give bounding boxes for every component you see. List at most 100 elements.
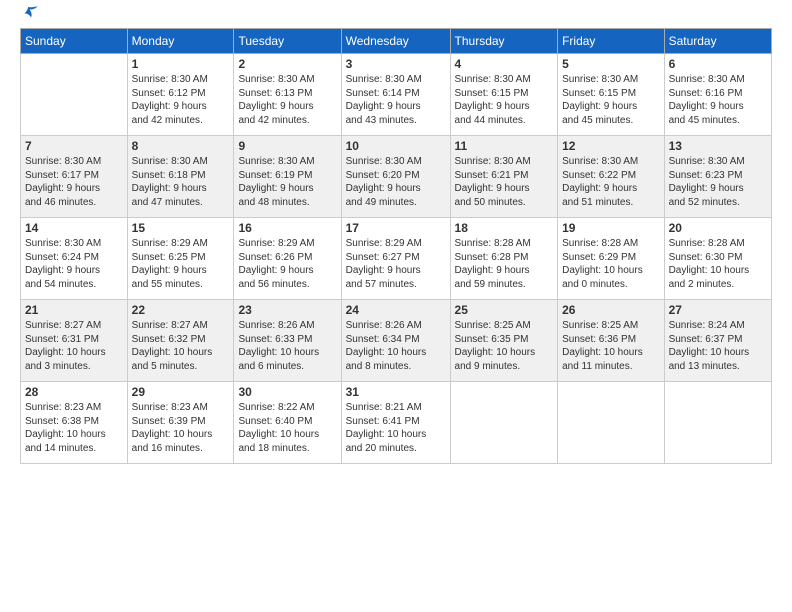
calendar-cell: 8 Sunrise: 8:30 AM Sunset: 6:18 PM Daylig…	[127, 136, 234, 218]
day-info: Sunrise: 8:30 AM Sunset: 6:14 PM Dayligh…	[346, 73, 446, 127]
calendar-cell: 5 Sunrise: 8:30 AM Sunset: 6:15 PM Daylig…	[558, 54, 664, 136]
day-number: 14	[25, 221, 123, 235]
day-info: Sunrise: 8:27 AM Sunset: 6:31 PM Dayligh…	[25, 319, 123, 373]
calendar-cell: 10 Sunrise: 8:30 AM Sunset: 6:20 PM Dayli…	[341, 136, 450, 218]
day-info: Sunrise: 8:28 AM Sunset: 6:30 PM Dayligh…	[669, 237, 767, 291]
day-info: Sunrise: 8:30 AM Sunset: 6:18 PM Dayligh…	[132, 155, 230, 209]
day-number: 3	[346, 57, 446, 71]
day-number: 24	[346, 303, 446, 317]
day-info: Sunrise: 8:30 AM Sunset: 6:15 PM Dayligh…	[455, 73, 554, 127]
day-number: 12	[562, 139, 659, 153]
logo	[20, 16, 40, 18]
day-info: Sunrise: 8:22 AM Sunset: 6:40 PM Dayligh…	[238, 401, 336, 455]
day-number: 4	[455, 57, 554, 71]
day-info: Sunrise: 8:30 AM Sunset: 6:23 PM Dayligh…	[669, 155, 767, 209]
calendar-cell: 24 Sunrise: 8:26 AM Sunset: 6:34 PM Dayli…	[341, 300, 450, 382]
day-number: 20	[669, 221, 767, 235]
logo-bird-icon	[22, 4, 40, 22]
calendar-cell: 6 Sunrise: 8:30 AM Sunset: 6:16 PM Daylig…	[664, 54, 771, 136]
day-info: Sunrise: 8:29 AM Sunset: 6:26 PM Dayligh…	[238, 237, 336, 291]
weekday-header: Saturday	[664, 29, 771, 54]
calendar-week-row: 1 Sunrise: 8:30 AM Sunset: 6:12 PM Daylig…	[21, 54, 772, 136]
day-info: Sunrise: 8:30 AM Sunset: 6:22 PM Dayligh…	[562, 155, 659, 209]
weekday-header: Tuesday	[234, 29, 341, 54]
calendar-cell: 17 Sunrise: 8:29 AM Sunset: 6:27 PM Dayli…	[341, 218, 450, 300]
calendar-cell: 28Sunrise: 8:23 AM Sunset: 6:38 PM Dayli…	[21, 382, 128, 464]
page: SundayMondayTuesdayWednesdayThursdayFrid…	[0, 0, 792, 612]
weekday-header: Monday	[127, 29, 234, 54]
calendar-cell: 21 Sunrise: 8:27 AM Sunset: 6:31 PM Dayli…	[21, 300, 128, 382]
day-info: Sunrise: 8:25 AM Sunset: 6:36 PM Dayligh…	[562, 319, 659, 373]
calendar-cell	[21, 54, 128, 136]
day-number: 21	[25, 303, 123, 317]
day-info: Sunrise: 8:21 AM Sunset: 6:41 PM Dayligh…	[346, 401, 446, 455]
calendar-cell	[664, 382, 771, 464]
day-number: 23	[238, 303, 336, 317]
calendar-cell: 31Sunrise: 8:21 AM Sunset: 6:41 PM Dayli…	[341, 382, 450, 464]
day-number: 22	[132, 303, 230, 317]
day-number: 29	[132, 385, 230, 399]
day-info: Sunrise: 8:30 AM Sunset: 6:13 PM Dayligh…	[238, 73, 336, 127]
day-number: 8	[132, 139, 230, 153]
day-number: 27	[669, 303, 767, 317]
day-number: 28	[25, 385, 123, 399]
calendar-week-row: 21 Sunrise: 8:27 AM Sunset: 6:31 PM Dayli…	[21, 300, 772, 382]
day-number: 2	[238, 57, 336, 71]
header	[20, 16, 772, 18]
calendar-cell: 16 Sunrise: 8:29 AM Sunset: 6:26 PM Dayli…	[234, 218, 341, 300]
day-number: 1	[132, 57, 230, 71]
day-number: 19	[562, 221, 659, 235]
day-number: 16	[238, 221, 336, 235]
calendar-week-row: 28Sunrise: 8:23 AM Sunset: 6:38 PM Dayli…	[21, 382, 772, 464]
day-number: 10	[346, 139, 446, 153]
day-info: Sunrise: 8:24 AM Sunset: 6:37 PM Dayligh…	[669, 319, 767, 373]
calendar-cell	[450, 382, 558, 464]
day-number: 11	[455, 139, 554, 153]
calendar-cell: 7 Sunrise: 8:30 AM Sunset: 6:17 PM Daylig…	[21, 136, 128, 218]
calendar-cell: 30Sunrise: 8:22 AM Sunset: 6:40 PM Dayli…	[234, 382, 341, 464]
day-info: Sunrise: 8:28 AM Sunset: 6:28 PM Dayligh…	[455, 237, 554, 291]
calendar-cell: 27 Sunrise: 8:24 AM Sunset: 6:37 PM Dayli…	[664, 300, 771, 382]
day-info: Sunrise: 8:30 AM Sunset: 6:24 PM Dayligh…	[25, 237, 123, 291]
day-number: 26	[562, 303, 659, 317]
day-info: Sunrise: 8:26 AM Sunset: 6:33 PM Dayligh…	[238, 319, 336, 373]
calendar-cell: 12 Sunrise: 8:30 AM Sunset: 6:22 PM Dayli…	[558, 136, 664, 218]
day-info: Sunrise: 8:28 AM Sunset: 6:29 PM Dayligh…	[562, 237, 659, 291]
day-number: 13	[669, 139, 767, 153]
day-number: 5	[562, 57, 659, 71]
day-number: 6	[669, 57, 767, 71]
day-info: Sunrise: 8:23 AM Sunset: 6:39 PM Dayligh…	[132, 401, 230, 455]
day-info: Sunrise: 8:30 AM Sunset: 6:12 PM Dayligh…	[132, 73, 230, 127]
day-number: 9	[238, 139, 336, 153]
weekday-header: Sunday	[21, 29, 128, 54]
day-info: Sunrise: 8:26 AM Sunset: 6:34 PM Dayligh…	[346, 319, 446, 373]
day-info: Sunrise: 8:30 AM Sunset: 6:21 PM Dayligh…	[455, 155, 554, 209]
day-number: 7	[25, 139, 123, 153]
calendar-cell: 1 Sunrise: 8:30 AM Sunset: 6:12 PM Daylig…	[127, 54, 234, 136]
day-number: 15	[132, 221, 230, 235]
calendar-week-row: 14 Sunrise: 8:30 AM Sunset: 6:24 PM Dayli…	[21, 218, 772, 300]
calendar-cell: 23 Sunrise: 8:26 AM Sunset: 6:33 PM Dayli…	[234, 300, 341, 382]
calendar-cell: 9Sunrise: 8:30 AM Sunset: 6:19 PM Daylig…	[234, 136, 341, 218]
day-info: Sunrise: 8:27 AM Sunset: 6:32 PM Dayligh…	[132, 319, 230, 373]
calendar-week-row: 7 Sunrise: 8:30 AM Sunset: 6:17 PM Daylig…	[21, 136, 772, 218]
day-info: Sunrise: 8:30 AM Sunset: 6:15 PM Dayligh…	[562, 73, 659, 127]
calendar-header-row: SundayMondayTuesdayWednesdayThursdayFrid…	[21, 29, 772, 54]
calendar-cell: 14 Sunrise: 8:30 AM Sunset: 6:24 PM Dayli…	[21, 218, 128, 300]
weekday-header: Friday	[558, 29, 664, 54]
day-info: Sunrise: 8:30 AM Sunset: 6:20 PM Dayligh…	[346, 155, 446, 209]
day-info: Sunrise: 8:29 AM Sunset: 6:25 PM Dayligh…	[132, 237, 230, 291]
calendar-cell: 13 Sunrise: 8:30 AM Sunset: 6:23 PM Dayli…	[664, 136, 771, 218]
calendar-cell: 22 Sunrise: 8:27 AM Sunset: 6:32 PM Dayli…	[127, 300, 234, 382]
calendar-cell: 29 Sunrise: 8:23 AM Sunset: 6:39 PM Dayli…	[127, 382, 234, 464]
day-number: 17	[346, 221, 446, 235]
day-info: Sunrise: 8:30 AM Sunset: 6:17 PM Dayligh…	[25, 155, 123, 209]
weekday-header: Thursday	[450, 29, 558, 54]
calendar: SundayMondayTuesdayWednesdayThursdayFrid…	[20, 28, 772, 464]
calendar-cell	[558, 382, 664, 464]
calendar-cell: 4 Sunrise: 8:30 AM Sunset: 6:15 PM Daylig…	[450, 54, 558, 136]
day-number: 25	[455, 303, 554, 317]
day-info: Sunrise: 8:30 AM Sunset: 6:16 PM Dayligh…	[669, 73, 767, 127]
day-info: Sunrise: 8:29 AM Sunset: 6:27 PM Dayligh…	[346, 237, 446, 291]
day-number: 18	[455, 221, 554, 235]
